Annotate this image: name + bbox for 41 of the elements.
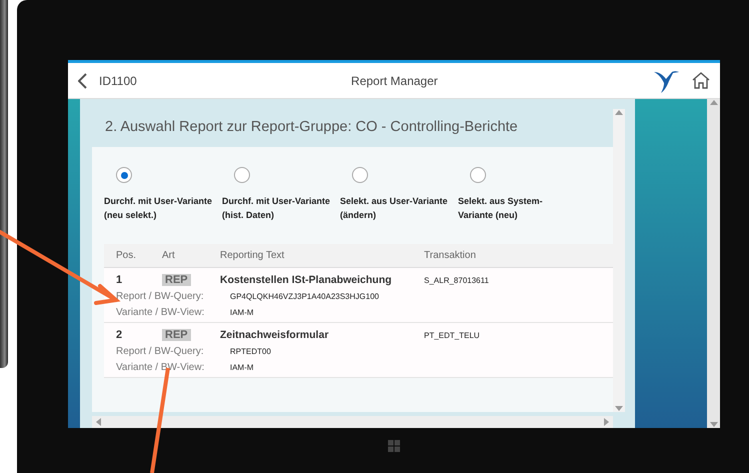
window-title: Report Manager: [350, 74, 439, 88]
home-icon[interactable]: [692, 72, 710, 89]
column-header: Reporting Text: [220, 250, 286, 261]
scrollbar[interactable]: [707, 99, 720, 428]
radio-button[interactable]: [116, 167, 132, 183]
detail-label: Variante / BW-View:: [116, 362, 206, 373]
scrollbar[interactable]: [92, 416, 613, 428]
scrollbar[interactable]: [613, 109, 625, 412]
detail-label: Report / BW-Query:: [116, 291, 205, 302]
detail-value: RPTEDT00: [230, 347, 271, 356]
column-header: Pos.: [116, 250, 138, 261]
detail-value: GP4QLQKH46VZJ3P1A40A23S3HJG100: [230, 292, 379, 301]
radio-button[interactable]: [352, 167, 368, 183]
position-number: 2: [116, 329, 124, 341]
report-text: Kostenstellen ISt-Planabweichung: [220, 274, 393, 286]
radio-button[interactable]: [470, 167, 486, 183]
scroll-arrow-icon[interactable]: [710, 421, 718, 428]
screen-id: ID1100: [99, 74, 137, 88]
transaction-code: PT_EDT_TELU: [424, 330, 481, 340]
column-header: Transaktion: [424, 250, 477, 261]
windows-logo-icon: [388, 440, 400, 452]
scroll-arrow-icon[interactable]: [95, 418, 102, 426]
column-header: Art: [162, 250, 176, 261]
radio-button[interactable]: [234, 167, 250, 183]
detail-label: Report / BW-Query:: [116, 346, 205, 357]
detail-label: Variante / BW-View:: [116, 307, 206, 318]
radio-label: Durchf. mit User-Variante (neu selekt.): [104, 195, 214, 222]
detail-value: IAM-M: [230, 363, 254, 372]
scroll-arrow-icon[interactable]: [615, 109, 623, 116]
transaction-code: S_ALR_87013611: [424, 276, 490, 284]
radio-label: Selekt. aus System-Variante (neu): [458, 195, 544, 222]
radio-label: Durchf. mit User-Variante (hist. Daten): [222, 195, 332, 222]
radio-label: Selekt. aus User-Variante (ändern): [340, 195, 449, 222]
section-title: 2. Auswahl Report zur Report-Gruppe: CO - Controlling-Berichte: [104, 118, 519, 137]
type-tag: REP: [162, 274, 191, 286]
back-icon[interactable]: [78, 72, 87, 88]
detail-value: IAM-M: [230, 308, 254, 317]
type-tag: REP: [162, 329, 191, 341]
scroll-arrow-icon[interactable]: [710, 99, 718, 106]
position-number: 1: [116, 274, 124, 286]
report-text: Zeitnachweisformular: [220, 329, 330, 341]
